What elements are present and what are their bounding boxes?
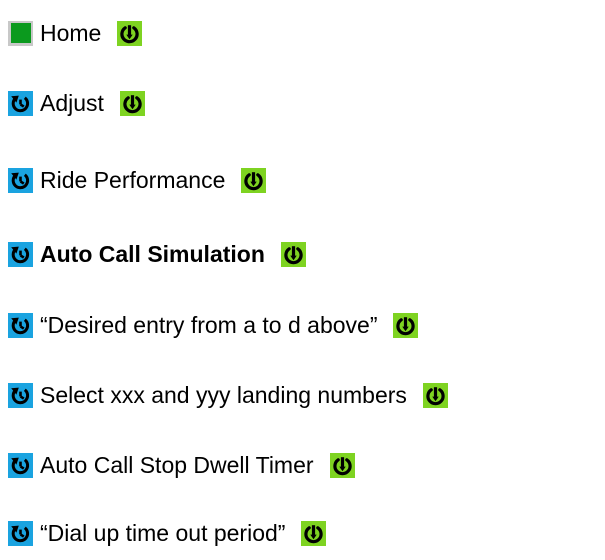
menu-step-adjust[interactable]: Adjust: [8, 86, 145, 120]
cycle-icon: [8, 312, 33, 338]
menu-step-home[interactable]: Home: [8, 16, 143, 50]
cycle-icon: [8, 520, 33, 546]
menu-step-dial-up-time-out-period[interactable]: “Dial up time out period”: [8, 516, 327, 550]
step-label: Adjust: [40, 89, 104, 116]
cycle-icon: [8, 241, 33, 267]
down-arrow-icon[interactable]: [117, 20, 143, 46]
menu-step-auto-call-simulation[interactable]: Auto Call Simulation: [8, 237, 306, 271]
down-arrow-icon[interactable]: [241, 167, 267, 193]
menu-step-select-landing-numbers[interactable]: Select xxx and yyy landing numbers: [8, 378, 448, 412]
down-arrow-icon[interactable]: [329, 452, 355, 478]
step-label: Select xxx and yyy landing numbers: [40, 381, 407, 408]
down-arrow-icon[interactable]: [280, 241, 306, 267]
step-label: “Dial up time out period”: [40, 519, 286, 546]
cycle-icon: [8, 167, 33, 193]
down-arrow-icon[interactable]: [422, 382, 448, 408]
down-arrow-icon[interactable]: [301, 520, 327, 546]
down-arrow-icon[interactable]: [119, 90, 145, 116]
green-square-icon: [8, 20, 33, 46]
menu-step-auto-call-stop-dwell-timer[interactable]: Auto Call Stop Dwell Timer: [8, 448, 355, 482]
step-label: Auto Call Stop Dwell Timer: [40, 451, 314, 478]
cycle-icon: [8, 452, 33, 478]
step-label: Home: [40, 19, 102, 46]
cycle-icon: [8, 90, 33, 116]
step-label: Ride Performance: [40, 166, 226, 193]
down-arrow-icon[interactable]: [393, 312, 419, 338]
menu-step-desired-entry[interactable]: “Desired entry from a to d above”: [8, 308, 419, 342]
step-label: “Desired entry from a to d above”: [40, 311, 378, 338]
step-label: Auto Call Simulation: [40, 240, 265, 267]
cycle-icon: [8, 382, 33, 408]
menu-step-ride-performance[interactable]: Ride Performance: [8, 163, 267, 197]
